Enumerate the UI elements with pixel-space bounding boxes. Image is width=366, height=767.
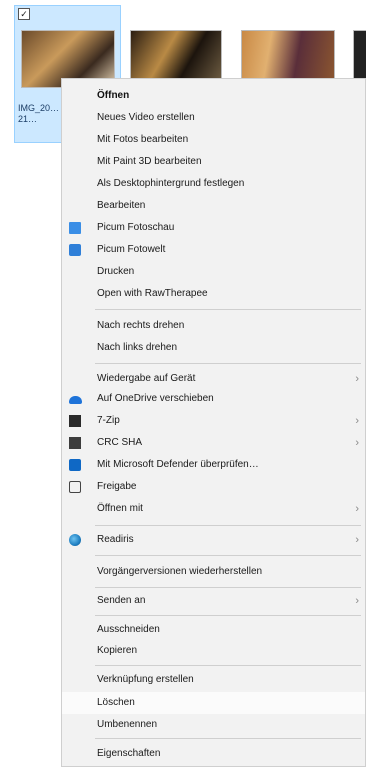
seven-zip-icon xyxy=(69,415,81,427)
file-thumbnail[interactable] xyxy=(353,30,366,80)
menu-item-move-to-onedrive[interactable]: Auf OneDrive verschieben xyxy=(62,388,365,410)
crc-sha-icon xyxy=(69,437,81,449)
menu-item-rotate-right[interactable]: Nach rechts drehen xyxy=(62,315,365,337)
share-icon xyxy=(69,481,81,493)
menu-item-crc-sha[interactable]: CRC SHA › xyxy=(62,432,365,454)
submenu-arrow-icon: › xyxy=(355,437,359,449)
onedrive-cloud-icon xyxy=(69,396,82,404)
submenu-arrow-icon: › xyxy=(355,373,359,385)
menu-item-edit-with-paint3d[interactable]: Mit Paint 3D bearbeiten xyxy=(62,151,365,173)
menu-item-cast-to-device[interactable]: Wiedergabe auf Gerät › xyxy=(62,368,365,390)
menu-item-create-shortcut[interactable]: Verknüpfung erstellen xyxy=(62,669,365,691)
context-menu: Öffnen Neues Video erstellen Mit Fotos b… xyxy=(61,78,366,767)
menu-separator xyxy=(95,309,361,310)
file-thumbnail[interactable] xyxy=(130,30,222,80)
menu-item-print[interactable]: Drucken xyxy=(62,261,365,283)
menu-item-restore-previous-versions[interactable]: Vorgängerversionen wiederherstellen xyxy=(62,561,365,583)
menu-item-readiris[interactable]: Readiris › xyxy=(62,529,365,551)
menu-separator xyxy=(95,738,361,739)
menu-item-open[interactable]: Öffnen xyxy=(62,85,365,107)
submenu-arrow-icon: › xyxy=(355,534,359,546)
menu-item-properties[interactable]: Eigenschaften xyxy=(62,743,365,765)
file-select-checkbox[interactable]: ✓ xyxy=(18,8,30,20)
submenu-arrow-icon: › xyxy=(355,503,359,515)
menu-item-rotate-left[interactable]: Nach links drehen xyxy=(62,337,365,359)
menu-item-send-to[interactable]: Senden an › xyxy=(62,590,365,612)
menu-item-7zip[interactable]: 7-Zip › xyxy=(62,410,365,432)
menu-item-open-with[interactable]: Öffnen mit › xyxy=(62,498,365,520)
file-thumbnail[interactable] xyxy=(241,30,335,80)
menu-item-share[interactable]: Freigabe xyxy=(62,476,365,498)
menu-item-edit-with-photos[interactable]: Mit Fotos bearbeiten xyxy=(62,129,365,151)
menu-item-delete[interactable]: Löschen xyxy=(62,692,365,714)
menu-item-edit[interactable]: Bearbeiten xyxy=(62,195,365,217)
menu-item-rename[interactable]: Umbenennen xyxy=(62,714,365,736)
menu-item-set-desktop-background[interactable]: Als Desktophintergrund festlegen xyxy=(62,173,365,195)
photo-viewer-icon xyxy=(69,222,81,234)
menu-item-picum-fotoschau[interactable]: Picum Fotoschau xyxy=(62,217,365,239)
defender-shield-icon xyxy=(69,459,81,471)
menu-item-copy[interactable]: Kopieren xyxy=(62,640,365,662)
submenu-arrow-icon: › xyxy=(355,595,359,607)
menu-separator xyxy=(95,363,361,364)
menu-separator xyxy=(95,525,361,526)
menu-item-picum-fotowelt[interactable]: Picum Fotowelt xyxy=(62,239,365,261)
readiris-icon xyxy=(69,534,81,546)
photo-world-icon xyxy=(69,244,81,256)
menu-item-new-video[interactable]: Neues Video erstellen xyxy=(62,107,365,129)
menu-item-open-with-rawtherapee[interactable]: Open with RawTherapee xyxy=(62,283,365,305)
submenu-arrow-icon: › xyxy=(355,415,359,427)
menu-separator xyxy=(95,555,361,556)
menu-item-defender-scan[interactable]: Mit Microsoft Defender überprüfen… xyxy=(62,454,365,476)
menu-separator xyxy=(95,665,361,666)
menu-separator xyxy=(95,587,361,588)
menu-separator xyxy=(95,615,361,616)
menu-item-cut[interactable]: Ausschneiden xyxy=(62,619,365,641)
